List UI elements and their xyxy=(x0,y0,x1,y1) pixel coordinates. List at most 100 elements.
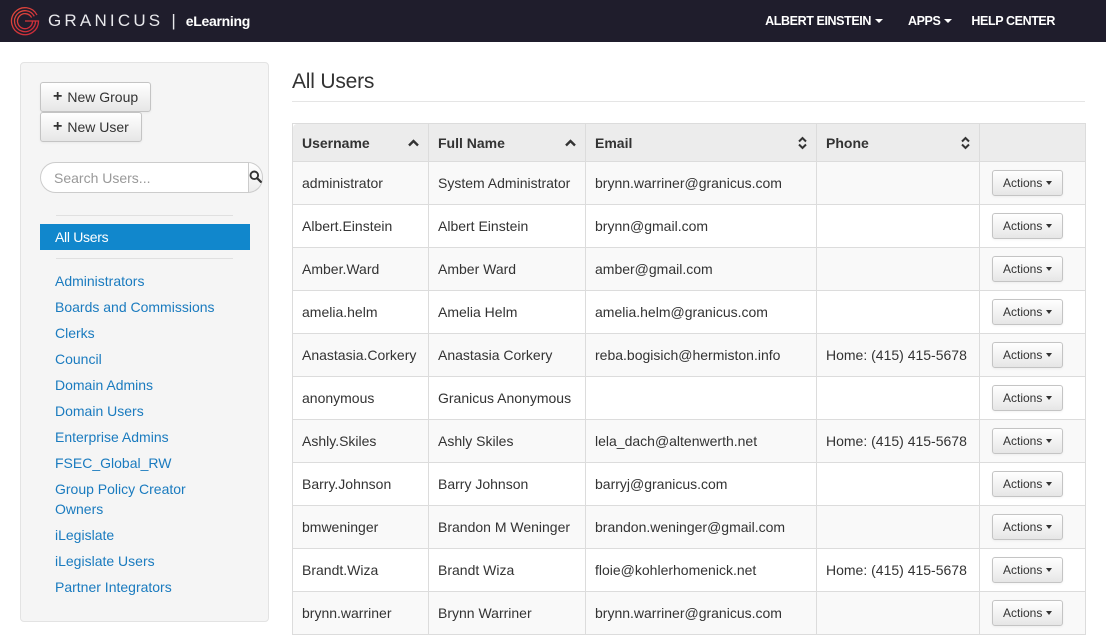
new-group-button[interactable]: + New Group xyxy=(40,82,152,112)
actions-dropdown-button[interactable]: Actions xyxy=(992,170,1064,196)
sidebar-item-group[interactable]: Domain Users xyxy=(55,401,255,421)
actions-dropdown-button[interactable]: Actions xyxy=(992,471,1064,497)
actions-label: Actions xyxy=(1003,305,1043,319)
cell-full-name: Brandon M Weninger xyxy=(428,505,586,549)
table-row: brynn.warriner Brynn Warriner brynn.warrin… xyxy=(292,591,1086,635)
column-header-label: Username xyxy=(302,134,370,151)
search-button[interactable] xyxy=(248,162,263,193)
cell-actions: Actions xyxy=(979,290,1086,334)
table-row: administrator System Administrator brynn.w… xyxy=(292,161,1086,205)
table-header-row: Username Full Name Email Phone xyxy=(292,123,1086,162)
sidebar-item-group[interactable]: Enterprise Admins xyxy=(55,427,255,447)
user-menu[interactable]: ALBERT EINSTEIN xyxy=(765,14,883,28)
users-table-container: Username Full Name Email Phone administr… xyxy=(292,123,1086,635)
cell-actions: Actions xyxy=(979,419,1086,463)
group-list: Administrators Boards and Commissions Cl… xyxy=(55,271,255,603)
actions-dropdown-button[interactable]: Actions xyxy=(992,514,1064,540)
caret-down-icon xyxy=(1046,353,1053,357)
cell-email xyxy=(585,376,817,420)
cell-actions: Actions xyxy=(979,376,1086,420)
table-row: Brandt.Wiza Brandt Wiza floie@kohlerhomeni… xyxy=(292,548,1086,592)
caret-down-icon xyxy=(1046,525,1053,529)
sort-both-icon xyxy=(961,136,970,149)
column-header-full-name[interactable]: Full Name xyxy=(428,123,586,162)
apps-menu-label: APPS xyxy=(907,14,941,28)
sidebar-item-group[interactable]: Clerks xyxy=(55,323,255,343)
actions-dropdown-button[interactable]: Actions xyxy=(992,428,1064,454)
cell-phone: Home: (415) 415-5678 xyxy=(816,333,980,377)
cell-username: Ashly.Skiles xyxy=(292,419,429,463)
sidebar-item-group[interactable]: Partner Integrators xyxy=(55,577,255,597)
sidebar-item-group[interactable]: Domain Admins xyxy=(55,375,255,395)
column-header-phone[interactable]: Phone xyxy=(816,123,980,162)
sidebar-item-group[interactable]: Council xyxy=(55,349,255,369)
apps-menu[interactable]: APPS xyxy=(907,14,953,28)
granicus-logo-icon xyxy=(10,6,40,36)
cell-username: Barry.Johnson xyxy=(292,462,429,506)
sidebar-item-group[interactable]: iLegislate Users xyxy=(55,551,255,571)
sidebar-item-group[interactable]: FSEC_Global_RW xyxy=(55,453,255,473)
cell-actions: Actions xyxy=(979,333,1086,377)
cell-email: brandon.weninger@gmail.com xyxy=(585,505,817,549)
actions-dropdown-button[interactable]: Actions xyxy=(992,256,1064,282)
caret-down-icon xyxy=(1046,267,1053,271)
actions-dropdown-button[interactable]: Actions xyxy=(992,342,1064,368)
cell-phone xyxy=(816,591,980,635)
cell-phone xyxy=(816,247,980,291)
nav-right: ALBERT EINSTEIN APPS HELP CENTER xyxy=(765,0,1106,42)
plus-icon: + xyxy=(53,88,63,105)
cell-email: floie@kohlerhomenick.net xyxy=(585,548,817,592)
sidebar-item-group[interactable]: iLegislate xyxy=(55,525,255,545)
column-header-username[interactable]: Username xyxy=(292,123,429,162)
cell-email: amber@gmail.com xyxy=(585,247,817,291)
help-center-label: HELP CENTER xyxy=(971,14,1055,28)
help-center-link[interactable]: HELP CENTER xyxy=(971,14,1055,28)
actions-dropdown-button[interactable]: Actions xyxy=(992,299,1064,325)
cell-email: reba.bogisich@hermiston.info xyxy=(585,333,817,377)
cell-phone xyxy=(816,290,980,334)
title-divider xyxy=(292,101,1085,102)
column-header-label: Phone xyxy=(826,134,869,151)
sidebar: + New Group + New User All Users Adminis… xyxy=(20,62,269,622)
actions-label: Actions xyxy=(1003,520,1043,534)
column-header-actions xyxy=(979,123,1086,162)
caret-down-icon xyxy=(944,19,953,23)
sort-ascending-icon xyxy=(408,139,419,146)
caret-down-icon xyxy=(1046,181,1053,185)
actions-label: Actions xyxy=(1003,176,1043,190)
actions-dropdown-button[interactable]: Actions xyxy=(992,600,1064,626)
sidebar-item-group[interactable]: Administrators xyxy=(55,271,255,291)
cell-full-name: Brynn Warriner xyxy=(428,591,586,635)
caret-down-icon xyxy=(1046,224,1053,228)
sidebar-item-all-users[interactable]: All Users xyxy=(40,224,250,250)
table-row: Amber.Ward Amber Ward amber@gmail.com Actio… xyxy=(292,247,1086,291)
actions-dropdown-button[interactable]: Actions xyxy=(992,385,1064,411)
sidebar-item-group[interactable]: Boards and Commissions xyxy=(55,297,255,317)
actions-dropdown-button[interactable]: Actions xyxy=(992,557,1064,583)
caret-down-icon xyxy=(1046,439,1053,443)
column-header-email[interactable]: Email xyxy=(585,123,817,162)
search-users-input[interactable] xyxy=(40,162,248,193)
table-row: Anastasia.Corkery Anastasia Corkery reba.b… xyxy=(292,333,1086,377)
product-name: eLearning xyxy=(185,13,251,29)
actions-dropdown-button[interactable]: Actions xyxy=(992,213,1064,239)
actions-label: Actions xyxy=(1003,262,1043,276)
cell-full-name: Albert Einstein xyxy=(428,204,586,248)
divider xyxy=(56,258,233,259)
sidebar-item-group[interactable]: Group Policy Creator Owners xyxy=(55,479,205,519)
cell-username: bmweninger xyxy=(292,505,429,549)
cell-actions: Actions xyxy=(979,204,1086,248)
cell-username: Amber.Ward xyxy=(292,247,429,291)
caret-down-icon xyxy=(874,19,883,23)
logo[interactable]: GRANICUS | eLearning xyxy=(10,6,250,36)
table-row: Ashly.Skiles Ashly Skiles lela_dach@altenw… xyxy=(292,419,1086,463)
cell-actions: Actions xyxy=(979,161,1086,205)
search-users xyxy=(40,162,263,193)
new-user-label: New User xyxy=(67,119,129,135)
caret-down-icon xyxy=(1046,568,1053,572)
cell-phone: Home: (415) 415-5678 xyxy=(816,419,980,463)
actions-label: Actions xyxy=(1003,219,1043,233)
cell-phone xyxy=(816,462,980,506)
new-user-button[interactable]: + New User xyxy=(40,112,142,142)
search-icon xyxy=(249,170,262,186)
